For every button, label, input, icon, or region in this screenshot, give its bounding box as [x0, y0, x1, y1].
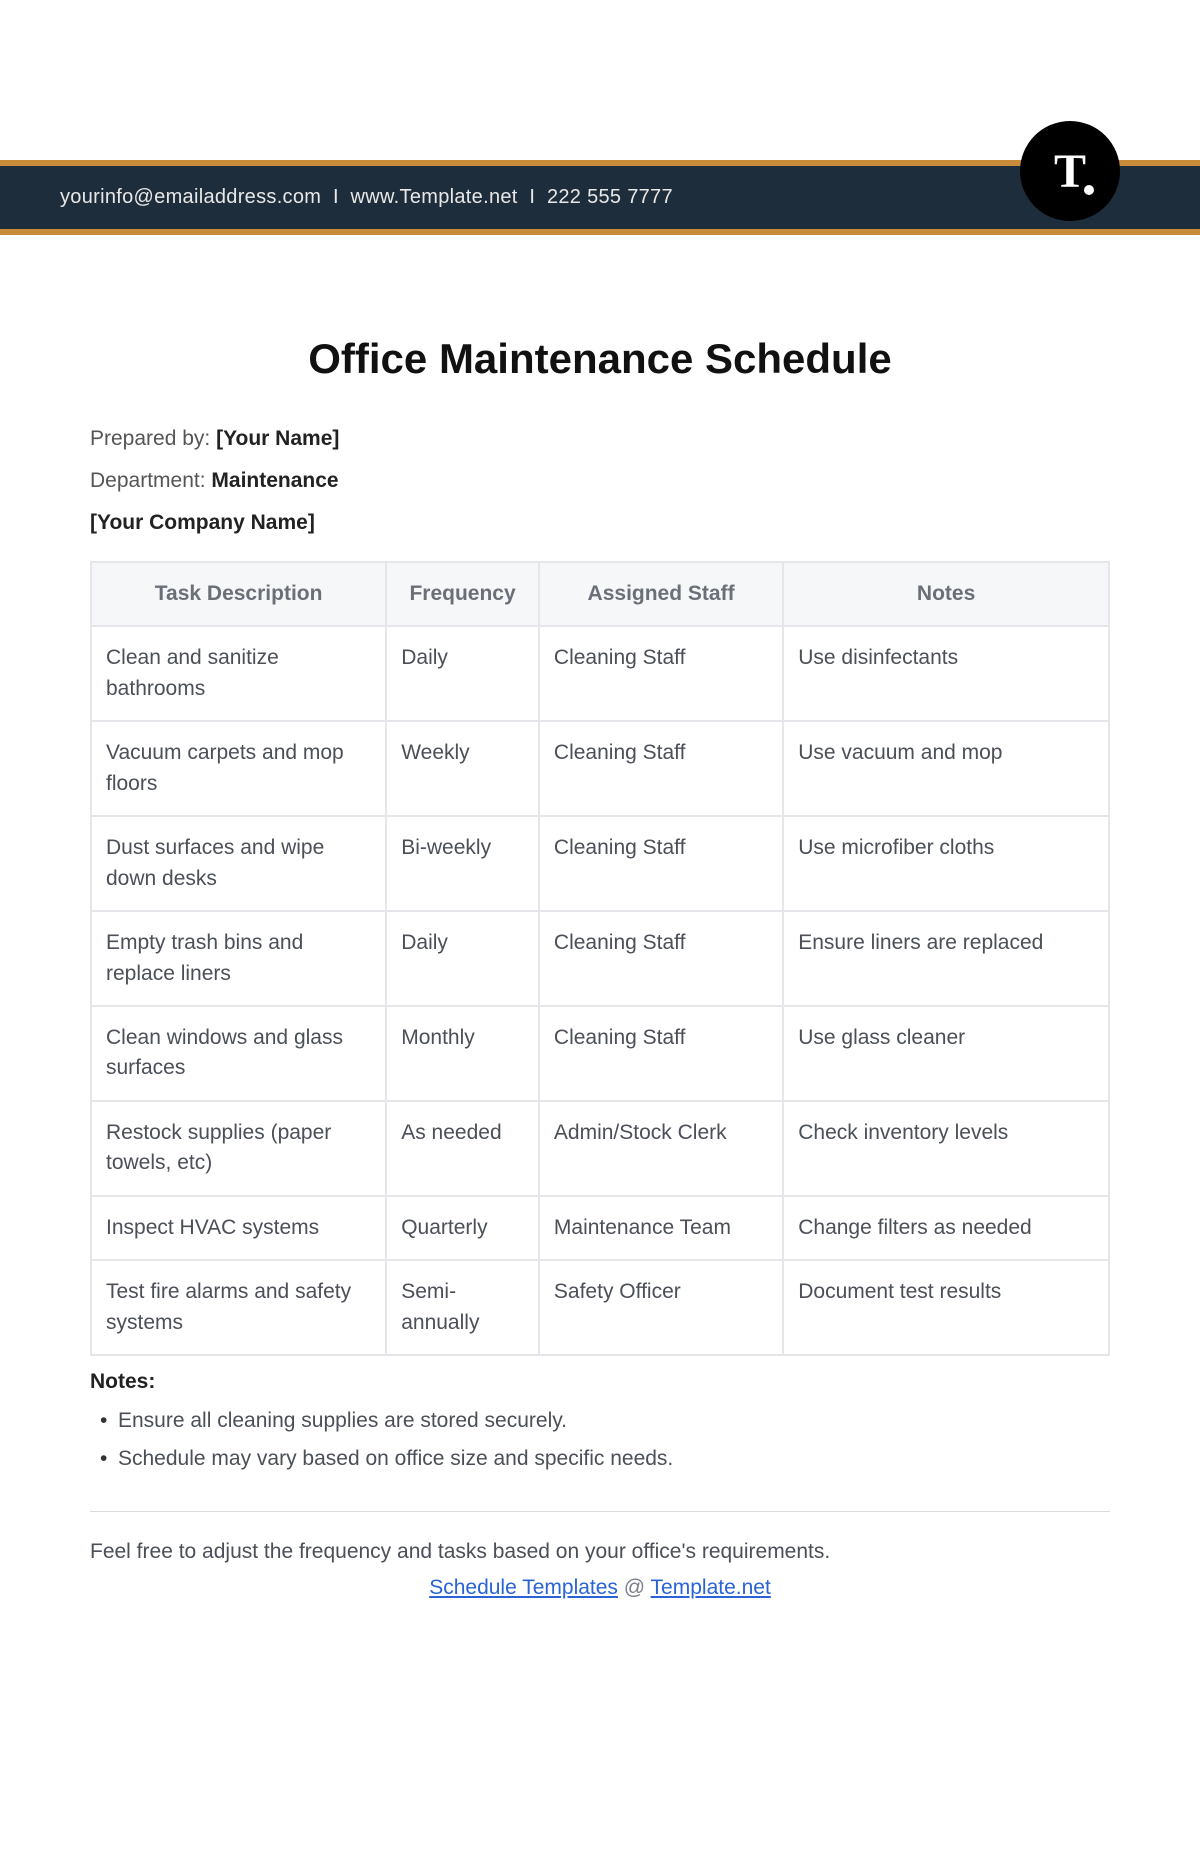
header-band: yourinfo@emailaddress.com I www.Template…	[0, 160, 1200, 235]
header-email: yourinfo@emailaddress.com	[60, 186, 321, 208]
separator: I	[327, 186, 350, 208]
cell-task: Dust surfaces and wipe down desks	[91, 816, 386, 911]
footer-link-schedule-templates[interactable]: Schedule Templates	[429, 1576, 618, 1599]
cell-notes: Use microfiber cloths	[783, 816, 1109, 911]
notes-heading: Notes:	[90, 1370, 1110, 1394]
cell-staff: Maintenance Team	[539, 1196, 783, 1260]
table-row: Test fire alarms and safety systemsSemi-…	[91, 1260, 1109, 1355]
cell-staff: Cleaning Staff	[539, 626, 783, 721]
separator: I	[524, 186, 547, 208]
maintenance-schedule-table: Task Description Frequency Assigned Staf…	[90, 561, 1110, 1356]
department-line: Department: Maintenance	[90, 469, 1110, 493]
footer-link-template-net[interactable]: Template.net	[651, 1576, 771, 1599]
cell-task: Vacuum carpets and mop floors	[91, 721, 386, 816]
table-row: Dust surfaces and wipe down desksBi-week…	[91, 816, 1109, 911]
cell-notes: Use vacuum and mop	[783, 721, 1109, 816]
brand-logo-letter: T	[1054, 144, 1086, 199]
cell-task: Restock supplies (paper towels, etc)	[91, 1101, 386, 1196]
table-row: Clean windows and glass surfacesMonthlyC…	[91, 1006, 1109, 1101]
table-header-row: Task Description Frequency Assigned Staf…	[91, 562, 1109, 626]
cell-task: Clean and sanitize bathrooms	[91, 626, 386, 721]
notes-list-item: Schedule may vary based on office size a…	[96, 1442, 1110, 1476]
prepared-by-label: Prepared by:	[90, 427, 216, 450]
table-row: Clean and sanitize bathroomsDailyCleanin…	[91, 626, 1109, 721]
cell-notes: Change filters as needed	[783, 1196, 1109, 1260]
brand-logo-dot-icon	[1084, 185, 1094, 195]
cell-notes: Ensure liners are replaced	[783, 911, 1109, 1006]
table-row: Vacuum carpets and mop floorsWeeklyClean…	[91, 721, 1109, 816]
col-header-frequency: Frequency	[386, 562, 539, 626]
cell-staff: Admin/Stock Clerk	[539, 1101, 783, 1196]
header-website: www.Template.net	[351, 186, 518, 208]
cell-notes: Use disinfectants	[783, 626, 1109, 721]
cell-frequency: Bi-weekly	[386, 816, 539, 911]
cell-frequency: Quarterly	[386, 1196, 539, 1260]
cell-task: Empty trash bins and replace liners	[91, 911, 386, 1006]
cell-task: Inspect HVAC systems	[91, 1196, 386, 1260]
department-label: Department:	[90, 469, 211, 492]
col-header-task: Task Description	[91, 562, 386, 626]
cell-staff: Cleaning Staff	[539, 816, 783, 911]
brand-logo-badge: T	[1020, 121, 1120, 221]
cell-notes: Check inventory levels	[783, 1101, 1109, 1196]
department-value: Maintenance	[211, 469, 338, 492]
page-title: Office Maintenance Schedule	[90, 335, 1110, 383]
footer-disclaimer: Feel free to adjust the frequency and ta…	[90, 1540, 1110, 1564]
cell-notes: Document test results	[783, 1260, 1109, 1355]
col-header-notes: Notes	[783, 562, 1109, 626]
cell-staff: Cleaning Staff	[539, 1006, 783, 1101]
cell-frequency: Weekly	[386, 721, 539, 816]
cell-frequency: Daily	[386, 911, 539, 1006]
table-row: Restock supplies (paper towels, etc)As n…	[91, 1101, 1109, 1196]
header-phone: 222 555 7777	[547, 186, 673, 208]
cell-staff: Cleaning Staff	[539, 721, 783, 816]
cell-staff: Safety Officer	[539, 1260, 783, 1355]
company-name-placeholder: [Your Company Name]	[90, 511, 1110, 535]
cell-frequency: Semi-annually	[386, 1260, 539, 1355]
notes-list-item: Ensure all cleaning supplies are stored …	[96, 1404, 1110, 1438]
table-row: Inspect HVAC systemsQuarterlyMaintenance…	[91, 1196, 1109, 1260]
col-header-staff: Assigned Staff	[539, 562, 783, 626]
cell-notes: Use glass cleaner	[783, 1006, 1109, 1101]
prepared-by-value: [Your Name]	[216, 427, 339, 450]
cell-frequency: Monthly	[386, 1006, 539, 1101]
footer-link-separator: @	[618, 1576, 651, 1599]
cell-frequency: As needed	[386, 1101, 539, 1196]
prepared-by-line: Prepared by: [Your Name]	[90, 427, 1110, 451]
cell-staff: Cleaning Staff	[539, 911, 783, 1006]
table-row: Empty trash bins and replace linersDaily…	[91, 911, 1109, 1006]
footer-link-line: Schedule Templates @ Template.net	[90, 1576, 1110, 1600]
header-contact-line: yourinfo@emailaddress.com I www.Template…	[60, 186, 1140, 209]
cell-task: Clean windows and glass surfaces	[91, 1006, 386, 1101]
notes-list: Ensure all cleaning supplies are stored …	[90, 1404, 1110, 1475]
divider	[90, 1511, 1110, 1512]
cell-task: Test fire alarms and safety systems	[91, 1260, 386, 1355]
cell-frequency: Daily	[386, 626, 539, 721]
